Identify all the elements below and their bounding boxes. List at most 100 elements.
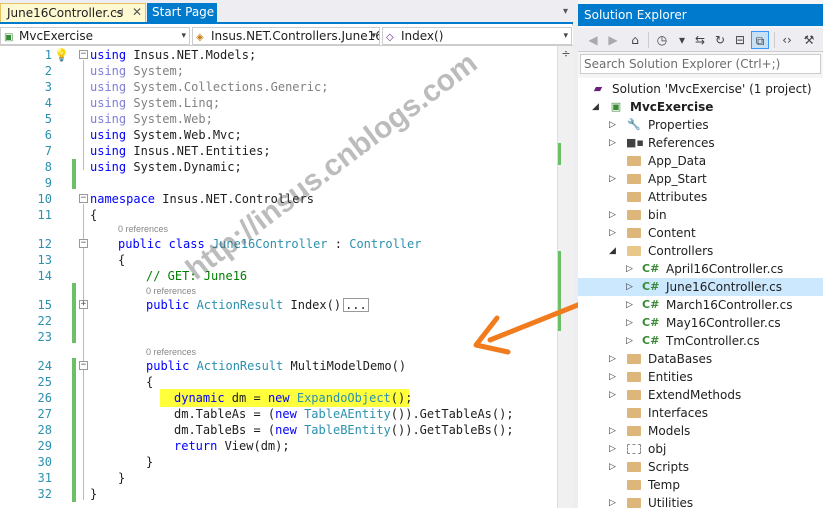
- collapse-all-icon[interactable]: ⊟: [731, 31, 749, 49]
- tree-item-label: Interfaces: [648, 406, 708, 420]
- collapsed-icon[interactable]: ▷: [609, 206, 616, 224]
- collapse-toggle[interactable]: −: [79, 194, 88, 203]
- tree-item-april16controller[interactable]: ▷ C# April16Controller.cs: [578, 260, 823, 278]
- properties-icon[interactable]: ⚒: [800, 31, 818, 49]
- namespace-dropdown[interactable]: ◈ Insus.NET.Controllers.June16 ▾: [192, 27, 380, 45]
- collapsed-region[interactable]: ...: [343, 298, 369, 312]
- split-window-icon[interactable]: ÷: [558, 47, 574, 61]
- tree-item-label: MvcExercise: [630, 100, 714, 114]
- collapsed-icon[interactable]: ▷: [626, 332, 633, 350]
- code-line: using System.Web;: [90, 112, 213, 126]
- tree-item-solution[interactable]: ▰ Solution 'MvcExercise' (1 project): [578, 80, 823, 98]
- chevron-down-icon[interactable]: ▾: [673, 31, 691, 49]
- vertical-scrollbar[interactable]: ÷: [557, 46, 573, 508]
- tree-item-bin[interactable]: ▷ bin: [578, 206, 823, 224]
- collapsed-icon[interactable]: ▷: [609, 368, 616, 386]
- chevron-down-icon: ▾: [181, 31, 186, 41]
- history-icon[interactable]: ◷: [653, 31, 671, 49]
- line-number: 13: [37, 253, 52, 267]
- collapsed-icon[interactable]: ▷: [609, 494, 616, 508]
- collapsed-icon[interactable]: ▷: [609, 458, 616, 476]
- tree-item-tmcontroller[interactable]: ▷ C# TmController.cs: [578, 332, 823, 350]
- collapsed-icon[interactable]: ▷: [626, 296, 633, 314]
- close-icon[interactable]: ✕: [132, 4, 142, 20]
- tree-item-attributes[interactable]: Attributes: [578, 188, 823, 206]
- line-number: 23: [37, 330, 52, 344]
- collapsed-icon[interactable]: ▷: [609, 134, 616, 152]
- solution-explorer-toolbar: ◀ ▶ ⌂ ◷ ▾ ⇆ ↻ ⊟ ⧉ ‹› ⚒: [578, 28, 823, 52]
- codelens-references[interactable]: 0 references: [146, 347, 196, 357]
- expanded-icon[interactable]: ◢: [609, 242, 616, 260]
- tree-item-temp[interactable]: Temp: [578, 476, 823, 494]
- code-line: public ActionResult MultiModelDemo(): [146, 359, 407, 373]
- solution-icon: ▰: [593, 82, 603, 95]
- back-icon[interactable]: ◀: [584, 31, 602, 49]
- tree-item-utilities[interactable]: ▷ Utilities: [578, 494, 823, 508]
- line-number: 25: [37, 375, 52, 389]
- tree-item-interfaces[interactable]: Interfaces: [578, 404, 823, 422]
- project-dropdown[interactable]: ▣ MvcExercise ▾: [0, 27, 190, 45]
- tree-item-may16controller[interactable]: ▷ C# May16Controller.cs: [578, 314, 823, 332]
- tree-item-properties[interactable]: ▷ 🔧 Properties: [578, 116, 823, 134]
- code-line: dm.TableBs = (new TableBEntity()).GetTab…: [174, 423, 514, 437]
- collapse-toggle[interactable]: −: [79, 361, 88, 370]
- tree-item-entities[interactable]: ▷ Entities: [578, 368, 823, 386]
- codelens-references[interactable]: 0 references: [118, 224, 168, 234]
- collapsed-icon[interactable]: ▷: [609, 224, 616, 242]
- collapsed-icon[interactable]: ▷: [609, 386, 616, 404]
- tree-item-app-data[interactable]: App_Data: [578, 152, 823, 170]
- tree-item-label: obj: [648, 442, 667, 456]
- tree-item-extendmethods[interactable]: ▷ ExtendMethods: [578, 386, 823, 404]
- lightbulb-icon[interactable]: 💡: [54, 48, 69, 62]
- tree-item-june16controller[interactable]: ▷ C# June16Controller.cs: [578, 278, 823, 296]
- line-number: 2: [44, 64, 52, 78]
- home-icon[interactable]: ⌂: [626, 31, 644, 49]
- tree-item-march16controller[interactable]: ▷ C# March16Controller.cs: [578, 296, 823, 314]
- line-number: 3: [44, 80, 52, 94]
- pin-icon[interactable]: ⊣: [114, 5, 124, 21]
- change-indicator: [72, 358, 76, 502]
- tree-item-label: App_Start: [648, 172, 707, 186]
- vs-window: June16Controller.cs ⊣ ✕ Start Page ▾ ▣ Mv…: [0, 0, 823, 508]
- tab-start-page[interactable]: Start Page: [147, 3, 217, 22]
- collapsed-icon[interactable]: ▷: [609, 422, 616, 440]
- show-all-files-icon[interactable]: ⧉: [751, 31, 769, 49]
- collapsed-icon[interactable]: ▷: [609, 116, 616, 134]
- tab-overflow-icon[interactable]: ▾: [563, 6, 568, 17]
- collapsed-icon[interactable]: ▷: [626, 278, 633, 296]
- collapse-toggle[interactable]: −: [79, 50, 88, 59]
- code-line: using System.Web.Mvc;: [90, 128, 242, 142]
- tree-item-label: ExtendMethods: [648, 388, 742, 402]
- csharp-file-icon: C#: [642, 316, 660, 329]
- code-line: using Insus.NET.Entities;: [90, 144, 271, 158]
- tree-item-scripts[interactable]: ▷ Scripts: [578, 458, 823, 476]
- tree-item-controllers[interactable]: ◢ Controllers: [578, 242, 823, 260]
- member-dropdown[interactable]: ◇ Index() ▾: [382, 27, 572, 45]
- collapsed-icon[interactable]: ▷: [609, 350, 616, 368]
- forward-icon[interactable]: ▶: [604, 31, 622, 49]
- collapsed-icon[interactable]: ▷: [609, 170, 616, 188]
- toolbar-separator: [774, 32, 775, 48]
- collapse-toggle[interactable]: −: [79, 239, 88, 248]
- sync-icon[interactable]: ⇆: [691, 31, 709, 49]
- tree-item-models[interactable]: ▷ Models: [578, 422, 823, 440]
- tree-item-app-start[interactable]: ▷ App_Start: [578, 170, 823, 188]
- refresh-icon[interactable]: ↻: [711, 31, 729, 49]
- tree-item-references[interactable]: ▷ ■▪ References: [578, 134, 823, 152]
- tree-item-databases[interactable]: ▷ DataBases: [578, 350, 823, 368]
- tab-june16controller[interactable]: June16Controller.cs ⊣ ✕: [0, 3, 146, 22]
- solution-search-input[interactable]: Search Solution Explorer (Ctrl+;): [580, 54, 821, 74]
- view-code-icon[interactable]: ‹›: [778, 31, 796, 49]
- collapsed-icon[interactable]: ▷: [626, 260, 633, 278]
- expanded-icon[interactable]: ◢: [592, 98, 599, 116]
- collapsed-icon[interactable]: ▷: [626, 314, 633, 332]
- tree-item-project[interactable]: ◢ ▣ MvcExercise: [578, 98, 823, 116]
- code-text-area[interactable]: 1 2 3 4 5 6 7 8 9 10 11 12 13 14 15 22 2…: [0, 46, 573, 508]
- collapsed-icon[interactable]: ▷: [609, 440, 616, 458]
- folder-icon: [626, 207, 642, 223]
- tree-item-content[interactable]: ▷ Content: [578, 224, 823, 242]
- codelens-references[interactable]: 0 references: [146, 286, 196, 296]
- line-number: 26: [37, 391, 52, 405]
- expand-toggle[interactable]: +: [79, 300, 88, 309]
- tree-item-obj[interactable]: ▷ obj: [578, 440, 823, 458]
